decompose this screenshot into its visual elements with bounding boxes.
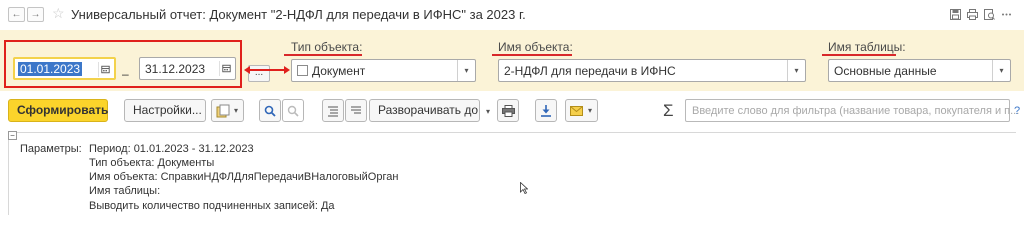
generate-button[interactable]: Сформировать — [8, 99, 108, 122]
report-param-line: Имя таблицы: — [89, 185, 161, 197]
save-icon[interactable] — [950, 9, 961, 20]
chevron-down-icon: ▾ — [486, 107, 491, 116]
print-icon[interactable] — [967, 9, 978, 20]
chevron-down-icon: ▾ — [588, 106, 593, 115]
preview-icon[interactable] — [984, 9, 995, 20]
back-button[interactable]: ← — [8, 7, 25, 22]
favorite-star-icon[interactable]: ☆ — [52, 5, 65, 21]
chevron-down-icon[interactable]: ▾ — [457, 60, 475, 81]
object-name-label: Имя объекта: — [498, 40, 573, 54]
object-type-value: Документ — [312, 64, 366, 78]
collapse-group-icon[interactable]: − — [8, 131, 17, 140]
object-type-field[interactable]: Документ ▾ — [291, 59, 476, 82]
expand-to-label: Разворачивать до — [378, 103, 479, 117]
save-to-file-button[interactable] — [535, 99, 557, 122]
table-name-field[interactable]: Основные данные ▾ — [828, 59, 1011, 82]
settings-button[interactable]: Настройки... — [124, 99, 206, 122]
table-name-label: Имя таблицы: — [828, 40, 906, 54]
print-button[interactable] — [497, 99, 519, 122]
filter-panel: 01.01.2023 – 31.12.2023 ... Тип объекта:… — [0, 30, 1024, 91]
title-bar: ← → ☆ Универсальный отчет: Документ "2-Н… — [0, 0, 1024, 30]
page-title: Универсальный отчет: Документ "2-НДФЛ дл… — [71, 7, 526, 22]
report-area: − Параметры: Период: 01.01.2023 - 31.12.… — [0, 129, 1024, 215]
find-next-button[interactable] — [282, 99, 304, 122]
table-name-value: Основные данные — [834, 64, 937, 78]
annotation-underline — [822, 54, 896, 56]
annotation-arrow-icon — [244, 66, 290, 74]
envelope-icon — [570, 106, 583, 116]
expand-groups-button[interactable] — [322, 99, 344, 122]
back-arrow-icon: ← — [11, 9, 22, 20]
chevron-down-icon[interactable]: ▾ — [787, 60, 805, 81]
report-param-line: Имя объекта: СправкиНДФЛДляПередачиВНало… — [89, 171, 399, 183]
search-next-icon — [287, 105, 299, 117]
search-placeholder: Введите слово для фильтра (название това… — [692, 105, 1020, 117]
collapse-all-icon — [351, 106, 361, 114]
report-variants-icon — [216, 104, 230, 118]
object-type-checkbox[interactable] — [297, 65, 308, 76]
forward-arrow-icon: → — [30, 9, 41, 20]
parameters-label: Параметры: — [20, 143, 82, 155]
annotation-underline — [284, 54, 362, 56]
variants-button[interactable]: ▾ — [211, 99, 244, 122]
send-email-button[interactable]: ▾ — [565, 99, 598, 122]
report-param-line: Тип объекта: Документы — [89, 157, 215, 169]
find-button[interactable] — [259, 99, 281, 122]
more-icon[interactable] — [1001, 9, 1012, 20]
mouse-cursor-icon — [520, 182, 528, 194]
collapse-groups-button[interactable] — [345, 99, 367, 122]
settings-button-label: Настройки... — [133, 103, 202, 117]
search-icon — [264, 105, 276, 117]
download-icon — [541, 105, 551, 117]
forward-button[interactable]: → — [27, 7, 44, 22]
report-param-line: Период: 01.01.2023 - 31.12.2023 — [89, 143, 254, 155]
generate-button-label: Сформировать — [17, 103, 109, 117]
object-name-value: 2-НДФЛ для передачи в ИФНС — [504, 64, 676, 78]
sum-icon[interactable]: Σ — [663, 101, 674, 121]
expand-all-icon — [328, 106, 338, 117]
help-icon[interactable]: ? — [1014, 105, 1020, 117]
expand-to-dropdown[interactable]: Разворачивать до ▾ — [369, 99, 490, 122]
command-bar: Сформировать Настройки... ▾ Разворачиват… — [0, 91, 1024, 129]
chevron-down-icon[interactable]: ▾ — [992, 60, 1010, 81]
annotation-highlight-box — [4, 40, 242, 88]
object-name-field[interactable]: 2-НДФЛ для передачи в ИФНС ▾ — [498, 59, 806, 82]
annotation-underline — [492, 54, 572, 56]
chevron-down-icon: ▾ — [234, 106, 239, 115]
report-param-line: Выводить количество подчиненных записей:… — [89, 200, 335, 212]
object-type-label: Тип объекта: — [291, 40, 363, 54]
printer-icon — [502, 105, 515, 117]
filter-search-input[interactable]: Введите слово для фильтра (название това… — [685, 99, 1019, 122]
